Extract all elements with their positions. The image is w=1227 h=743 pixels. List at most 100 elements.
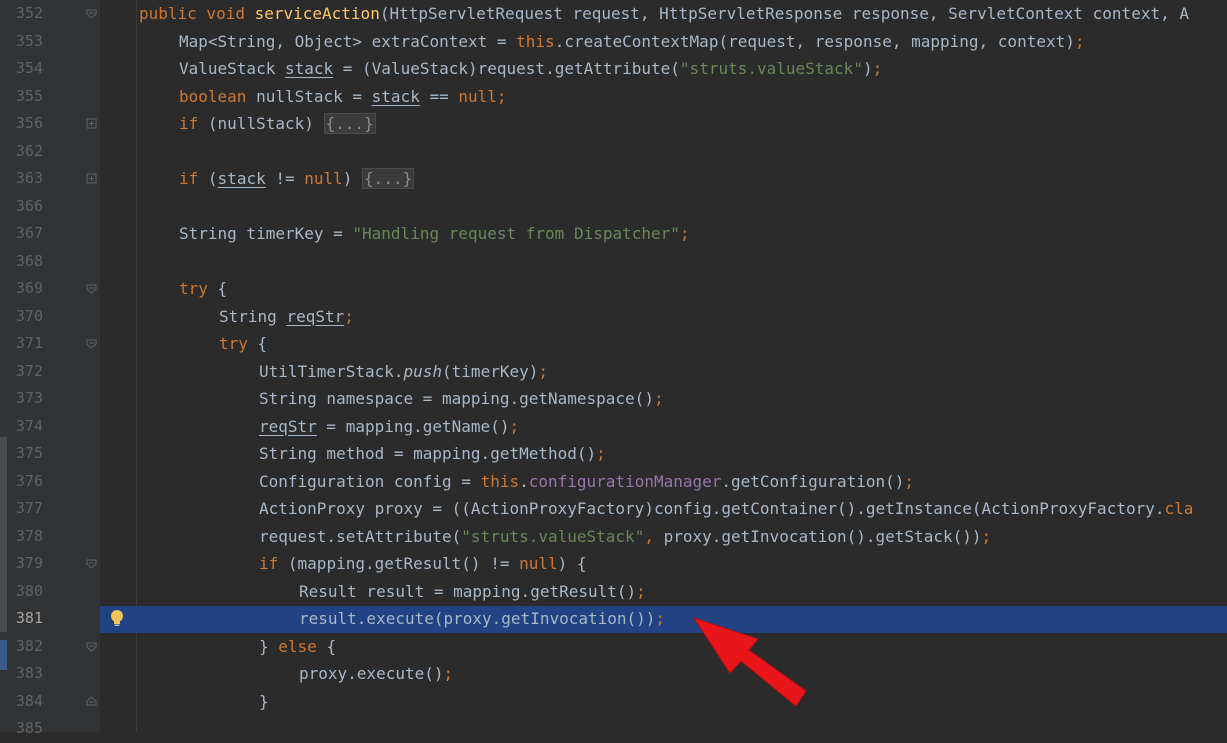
code-text[interactable]: result.execute(proxy.getInvocation()); xyxy=(299,605,665,633)
fold-collapse-icon[interactable] xyxy=(86,558,97,569)
code-line[interactable]: 374 reqStr = mapping.getName(); xyxy=(0,413,1227,441)
line-number[interactable]: 380 xyxy=(0,578,43,606)
fold-collapse-icon[interactable] xyxy=(86,283,97,294)
line-number[interactable]: 363 xyxy=(0,165,43,193)
code-line[interactable]: 372 UtilTimerStack.push(timerKey); xyxy=(0,358,1227,386)
code-line[interactable]: 380 Result result = mapping.getResult(); xyxy=(0,578,1227,606)
line-number[interactable]: 368 xyxy=(0,248,43,276)
line-number[interactable]: 384 xyxy=(0,688,43,716)
code-text[interactable]: request.setAttribute("struts.valueStack"… xyxy=(259,523,991,551)
code-token: ; xyxy=(443,664,454,684)
code-text[interactable]: proxy.execute(); xyxy=(299,660,453,688)
code-text[interactable]: Map<String, Object> extraContext = this.… xyxy=(179,28,1085,56)
code-line[interactable]: 384} xyxy=(0,688,1227,716)
code-line[interactable]: 376 Configuration config = this.configura… xyxy=(0,468,1227,496)
code-text[interactable]: if (nullStack) {...} xyxy=(179,110,376,138)
code-token: ; xyxy=(344,306,354,326)
line-number[interactable]: 382 xyxy=(0,633,43,661)
code-text[interactable]: } xyxy=(259,688,269,716)
code-text[interactable]: Result result = mapping.getResult(); xyxy=(299,578,646,606)
code-line[interactable]: 370 String reqStr; xyxy=(0,303,1227,331)
line-number[interactable]: 355 xyxy=(0,83,43,111)
code-line[interactable]: 383 proxy.execute(); xyxy=(0,660,1227,688)
code-token: proxy.getInvocation().getStack()) xyxy=(653,526,982,546)
code-text[interactable]: String timerKey = "Handling request from… xyxy=(179,220,690,248)
fold-collapse-icon[interactable] xyxy=(86,8,97,19)
code-line[interactable]: 366 xyxy=(0,193,1227,221)
line-number[interactable]: 381 xyxy=(0,605,43,633)
fold-collapse-icon[interactable] xyxy=(86,696,97,707)
line-number[interactable]: 356 xyxy=(0,110,43,138)
code-line[interactable]: 354 ValueStack stack = (ValueStack)reques… xyxy=(0,55,1227,83)
line-number[interactable]: 378 xyxy=(0,523,43,551)
code-line[interactable]: 353 Map<String, Object> extraContext = th… xyxy=(0,28,1227,56)
code-token: String timerKey = xyxy=(179,224,353,244)
code-text[interactable]: ValueStack stack = (ValueStack)request.g… xyxy=(179,55,882,83)
line-number[interactable]: 373 xyxy=(0,385,43,413)
line-number[interactable]: 367 xyxy=(0,220,43,248)
code-text[interactable]: if (stack != null) {...} xyxy=(179,165,415,193)
line-number[interactable]: 375 xyxy=(0,440,43,468)
code-token: ; xyxy=(636,581,646,601)
code-text[interactable]: try { xyxy=(179,275,227,303)
code-token: ; xyxy=(509,416,520,436)
line-number[interactable]: 376 xyxy=(0,468,43,496)
code-line[interactable]: 377 ActionProxy proxy = ((ActionProxyFact… xyxy=(0,495,1227,523)
lightbulb-icon[interactable] xyxy=(108,608,126,628)
fold-expand-icon[interactable] xyxy=(86,173,97,184)
line-number[interactable]: 370 xyxy=(0,303,43,331)
line-number[interactable]: 385 xyxy=(0,715,43,743)
line-number[interactable]: 366 xyxy=(0,193,43,221)
line-number[interactable]: 374 xyxy=(0,413,43,441)
code-line[interactable]: 355 boolean nullStack = stack == null; xyxy=(0,83,1227,111)
line-number[interactable]: 353 xyxy=(0,28,43,56)
code-line[interactable]: 373 String namespace = mapping.getNamespa… xyxy=(0,385,1227,413)
code-text[interactable]: boolean nullStack = stack == null; xyxy=(179,83,507,111)
code-line[interactable]: 352 public void serviceAction(HttpServlet… xyxy=(0,0,1227,28)
line-number[interactable]: 352 xyxy=(0,0,43,28)
line-number[interactable]: 379 xyxy=(0,550,43,578)
code-token: this xyxy=(480,471,520,491)
code-text[interactable]: String method = mapping.getMethod(); xyxy=(259,440,606,468)
code-line-current[interactable]: 381 result.execute(proxy.getInvocation())… xyxy=(0,605,1227,633)
code-token: Result result = mapping.getResult() xyxy=(299,581,637,601)
code-text[interactable]: try { xyxy=(219,330,267,358)
code-line[interactable]: 367 String timerKey = "Handling request f… xyxy=(0,220,1227,248)
code-line[interactable]: 362 xyxy=(0,138,1227,166)
folded-code-block[interactable]: {...} xyxy=(362,168,415,190)
code-line[interactable]: 379 if (mapping.getResult() != null) { xyxy=(0,550,1227,578)
code-line[interactable]: 378 request.setAttribute("struts.valueSta… xyxy=(0,523,1227,551)
code-token: null xyxy=(304,169,343,189)
line-number[interactable]: 354 xyxy=(0,55,43,83)
fold-collapse-icon[interactable] xyxy=(86,641,97,652)
code-token: String method = mapping.getMethod() xyxy=(259,444,597,464)
code-text[interactable]: String reqStr; xyxy=(219,303,354,331)
code-text[interactable]: if (mapping.getResult() != null) { xyxy=(259,550,587,578)
line-number[interactable]: 371 xyxy=(0,330,43,358)
code-text[interactable]: String namespace = mapping.getNamespace(… xyxy=(259,385,664,413)
folded-code-block[interactable]: {...} xyxy=(323,113,376,135)
line-number[interactable]: 372 xyxy=(0,358,43,386)
code-line[interactable]: 371 try { xyxy=(0,330,1227,358)
line-number[interactable]: 369 xyxy=(0,275,43,303)
code-line[interactable]: 385 xyxy=(0,715,1227,743)
code-line[interactable]: 369 try { xyxy=(0,275,1227,303)
line-number[interactable]: 362 xyxy=(0,138,43,166)
fold-collapse-icon[interactable] xyxy=(86,338,97,349)
code-line[interactable]: 363 if (stack != null) {...} xyxy=(0,165,1227,193)
code-text[interactable]: ActionProxy proxy = ((ActionProxyFactory… xyxy=(259,495,1193,523)
code-text[interactable]: } else { xyxy=(259,633,336,661)
code-line[interactable]: 382 } else { xyxy=(0,633,1227,661)
code-text[interactable]: UtilTimerStack.push(timerKey); xyxy=(259,358,548,386)
code-text[interactable]: public void serviceAction(HttpServletReq… xyxy=(139,0,1189,28)
line-number[interactable]: 377 xyxy=(0,495,43,523)
code-token: ) xyxy=(342,169,363,189)
code-line[interactable]: 375 String method = mapping.getMethod(); xyxy=(0,440,1227,468)
code-text[interactable]: Configuration config = this.configuratio… xyxy=(259,468,914,496)
code-line[interactable]: 356 if (nullStack) {...} xyxy=(0,110,1227,138)
line-number[interactable]: 383 xyxy=(0,660,43,688)
code-line[interactable]: 368 xyxy=(0,248,1227,276)
code-token: ; xyxy=(653,389,664,409)
fold-expand-icon[interactable] xyxy=(86,118,97,129)
code-text[interactable]: reqStr = mapping.getName(); xyxy=(259,413,519,441)
